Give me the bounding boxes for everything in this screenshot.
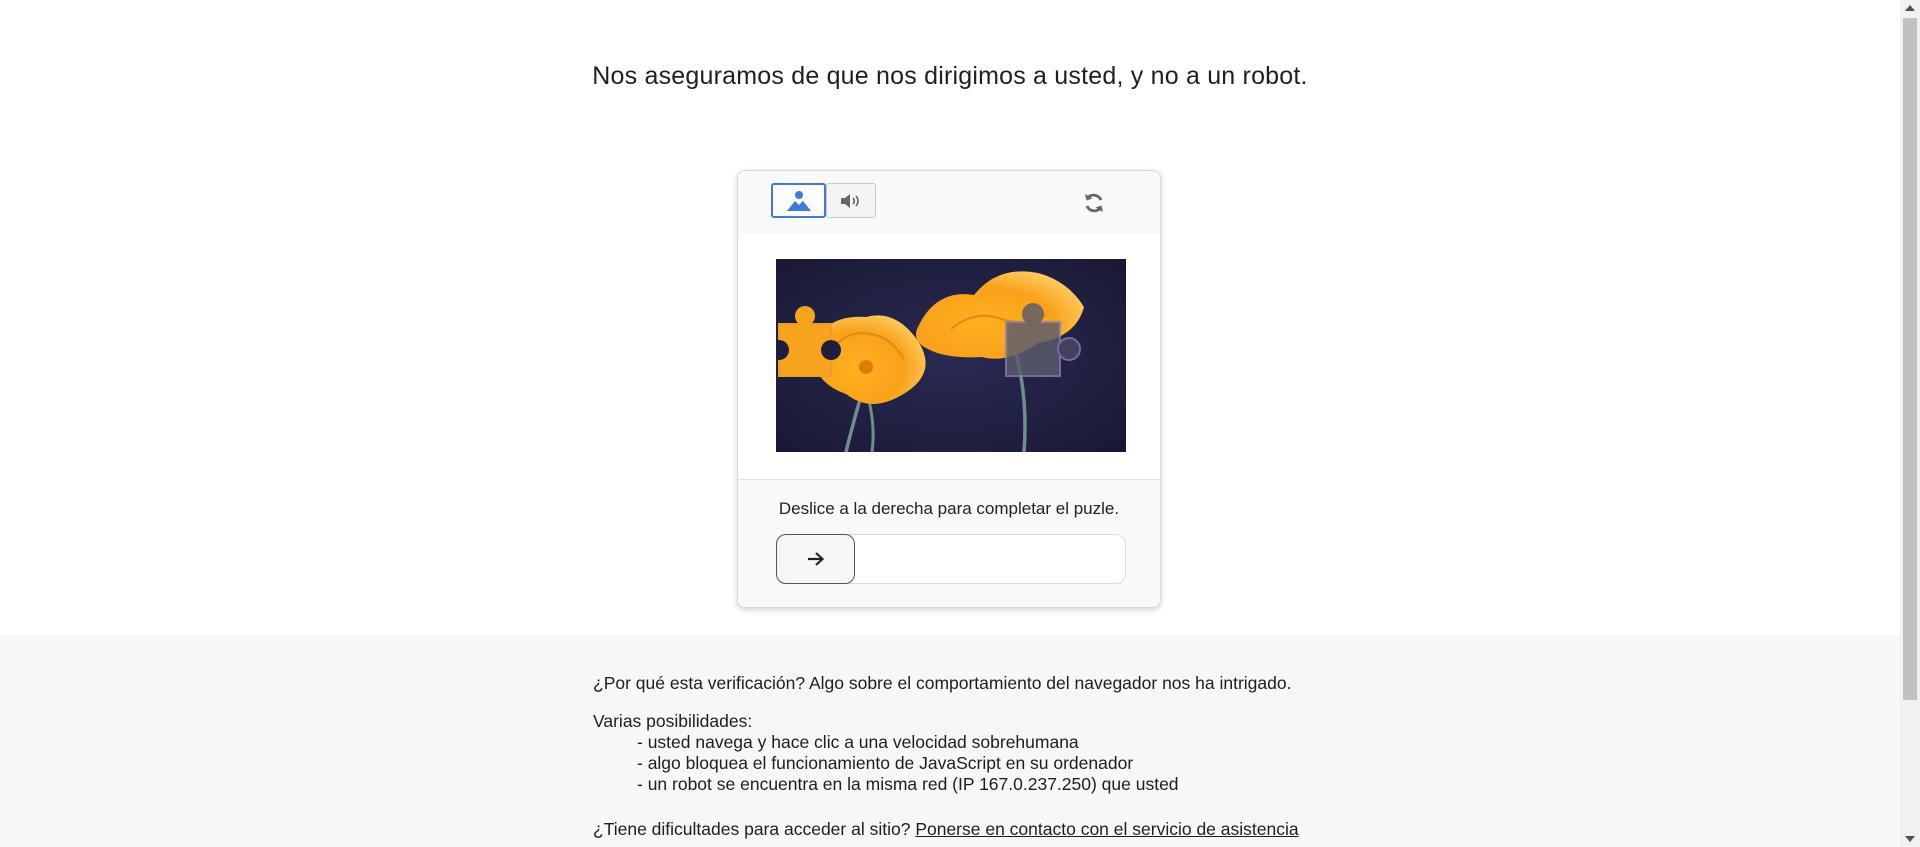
vertical-scrollbar[interactable] [1900,0,1920,847]
arrow-right-icon [807,552,824,566]
audio-mode-button[interactable] [826,183,876,218]
captcha-instruction: Deslice a la derecha para completar el p… [778,499,1120,518]
person-image-icon [786,190,811,211]
possibility-item: - usted navega y hace clic a una velocid… [637,732,1079,752]
possibilities-title: Varias posibilidades: [593,711,753,731]
contact-support-link[interactable]: Ponerse en contacto con el servicio de a… [915,819,1298,839]
scroll-down-icon[interactable] [1905,836,1915,842]
help-prefix: ¿Tiene dificultades para acceder al siti… [593,819,911,839]
help-text: ¿Tiene dificultades para acceder al siti… [593,819,1299,840]
image-mode-button[interactable] [771,183,826,218]
why-verification-text: ¿Por qué esta verificación? Algo sobre e… [593,673,1292,693]
refresh-button[interactable] [1080,189,1108,217]
captcha-widget: Deslice a la derecha para completar el p… [737,170,1161,608]
info-section: ¿Por qué esta verificación? Algo sobre e… [0,635,1900,847]
scroll-thumb[interactable] [1903,18,1917,700]
captcha-toolbar [738,171,1160,235]
puzzle-image [776,259,1126,452]
captcha-page: Nos aseguramos de que nos dirigimos a us… [0,0,1900,847]
puzzle-area [738,234,1160,480]
slider-track[interactable] [776,534,1126,584]
refresh-icon [1085,193,1103,213]
page-title: Nos aseguramos de que nos dirigimos a us… [592,62,1308,90]
scroll-up-icon[interactable] [1905,5,1915,11]
possibility-item: - un robot se encuentra en la misma red … [637,774,1179,794]
possibilities-list: - usted navega y hace clic a una velocid… [637,732,1179,795]
slider-handle[interactable] [776,534,855,584]
possibility-item: - algo bloquea el funcionamiento de Java… [637,753,1134,773]
speaker-icon [841,193,859,208]
